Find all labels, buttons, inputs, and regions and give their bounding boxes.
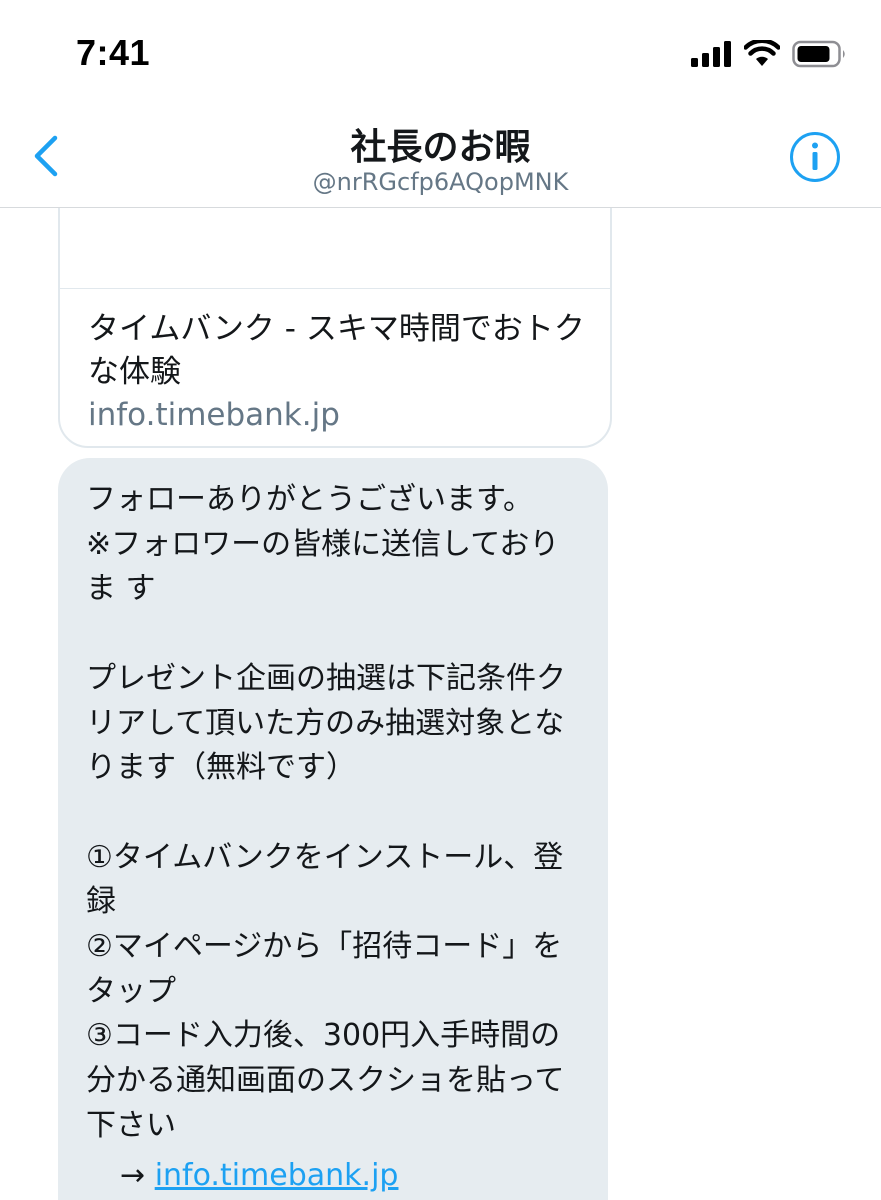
link-preview-title: タイムバンク - スキマ時間でおトクな体験	[88, 311, 585, 390]
message-link-line: → info.timebank.jp	[120, 1154, 398, 1198]
message-link[interactable]: info.timebank.jp	[155, 1158, 399, 1193]
user-handle: @nrRGcfp6AQopMNK	[312, 168, 569, 196]
arrow-prefix: →	[120, 1158, 155, 1193]
status-bar: 7:41	[0, 0, 881, 100]
signal-icon	[691, 41, 731, 67]
conversation[interactable]: タイムバンク - スキマ時間でおトクな体験 info.timebank.jp フ…	[0, 208, 881, 1200]
status-time: 7:41	[76, 32, 151, 73]
message-bubble[interactable]: フォローありがとうございます。 ※フォロワーの皆様に送信しておりま す プレゼン…	[58, 458, 608, 1200]
link-preview-domain: info.timebank.jp	[88, 397, 340, 433]
conversation-header: 社長のお暇 @nrRGcfp6AQopMNK	[0, 100, 881, 208]
info-icon	[790, 132, 840, 182]
link-preview-image	[60, 208, 610, 289]
link-preview-card[interactable]: タイムバンク - スキマ時間でおトクな体験 info.timebank.jp	[58, 208, 612, 448]
page-title: 社長のお暇	[350, 127, 531, 168]
battery-icon	[792, 40, 845, 68]
wifi-icon	[744, 40, 780, 66]
info-button[interactable]	[788, 130, 842, 184]
message-text: フォローありがとうございます。 ※フォロワーの皆様に送信しておりま す プレゼン…	[86, 482, 566, 1143]
